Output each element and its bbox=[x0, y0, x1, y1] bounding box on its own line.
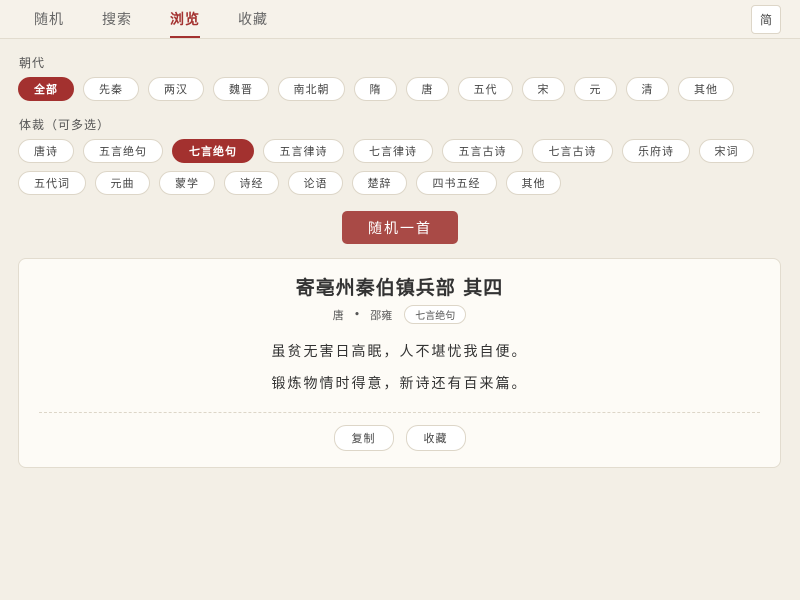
dynasty-chip-wei-jin[interactable]: 魏晋 bbox=[213, 77, 269, 101]
genre-chip-five-char-regulated[interactable]: 五言律诗 bbox=[263, 139, 344, 163]
poem-actions: 复制 收藏 bbox=[19, 425, 780, 451]
tab-browse[interactable]: 浏览 bbox=[170, 0, 200, 38]
dynasty-chip-han[interactable]: 两汉 bbox=[148, 77, 204, 101]
random-poem-button[interactable]: 随机一首 bbox=[342, 211, 458, 244]
genre-chip-other[interactable]: 其他 bbox=[506, 171, 561, 195]
card-divider bbox=[39, 412, 760, 413]
nav-tabs: 随机 搜索 浏览 收藏 bbox=[34, 0, 306, 38]
dynasty-chip-northern-southern[interactable]: 南北朝 bbox=[278, 77, 345, 101]
dynasty-chip-pre-qin[interactable]: 先秦 bbox=[83, 77, 139, 101]
dynasty-section-label: 朝代 bbox=[19, 56, 46, 70]
poem-meta: 唐 • 邵雍 七言绝句 bbox=[19, 305, 780, 324]
dynasty-chip-song[interactable]: 宋 bbox=[522, 77, 565, 101]
poem-dynasty: 唐 bbox=[332, 308, 344, 322]
dynasty-chip-other[interactable]: 其他 bbox=[678, 77, 734, 101]
genre-chip-chuci[interactable]: 楚辞 bbox=[352, 171, 407, 195]
dynasty-chip-sui[interactable]: 隋 bbox=[354, 77, 397, 101]
genre-chip-yuefu[interactable]: 乐府诗 bbox=[622, 139, 690, 163]
genre-chip-song-ci[interactable]: 宋词 bbox=[699, 139, 754, 163]
dynasty-filter-row: 全部 先秦 两汉 魏晋 南北朝 隋 唐 五代 宋 元 清 其他 bbox=[18, 77, 788, 101]
dynasty-chip-tang[interactable]: 唐 bbox=[406, 77, 449, 101]
genre-chip-seven-char-quatrain[interactable]: 七言绝句 bbox=[172, 139, 254, 163]
genre-section-label: 体裁（可多选） bbox=[19, 118, 111, 132]
favorite-button[interactable]: 收藏 bbox=[405, 425, 466, 451]
top-navigation: 随机 搜索 浏览 收藏 简 bbox=[0, 0, 800, 39]
poem-card: 寄亳州秦伯镇兵部 其四 唐 • 邵雍 七言绝句 虽贫无害日高眠，人不堪忧我自便。… bbox=[18, 258, 781, 468]
dynasty-chip-five-dynasties[interactable]: 五代 bbox=[458, 77, 513, 101]
genre-chip-five-char-quatrain[interactable]: 五言绝句 bbox=[83, 139, 163, 163]
genre-chip-five-dynasties-ci[interactable]: 五代词 bbox=[18, 171, 86, 195]
genre-chip-seven-char-regulated[interactable]: 七言律诗 bbox=[353, 139, 433, 163]
tab-search[interactable]: 搜索 bbox=[102, 0, 132, 38]
genre-chip-five-char-ancient[interactable]: 五言古诗 bbox=[442, 139, 523, 163]
tab-random[interactable]: 随机 bbox=[34, 0, 64, 38]
dynasty-chip-yuan[interactable]: 元 bbox=[574, 77, 617, 101]
poem-title: 寄亳州秦伯镇兵部 其四 bbox=[295, 277, 504, 299]
dynasty-chip-all[interactable]: 全部 bbox=[18, 77, 74, 101]
genre-chip-analects[interactable]: 论语 bbox=[288, 171, 343, 195]
genre-chip-tang-poetry[interactable]: 唐诗 bbox=[18, 139, 74, 163]
poem-form-badge: 七言绝句 bbox=[404, 305, 467, 324]
language-toggle-button[interactable]: 简 bbox=[751, 5, 781, 34]
poem-line: 锻炼物情时得意，新诗还有百来篇。 bbox=[271, 376, 528, 392]
copy-button[interactable]: 复制 bbox=[333, 425, 394, 451]
genre-chip-yuan-qu[interactable]: 元曲 bbox=[95, 171, 150, 195]
dynasty-chip-qing[interactable]: 清 bbox=[626, 77, 669, 101]
tab-favorites[interactable]: 收藏 bbox=[238, 0, 268, 38]
meta-separator: • bbox=[353, 308, 361, 321]
genre-chip-shijing[interactable]: 诗经 bbox=[224, 171, 279, 195]
genre-chip-four-books-five-classics[interactable]: 四书五经 bbox=[416, 171, 497, 195]
genre-filter-row: 唐诗 五言绝句 七言绝句 五言律诗 七言律诗 五言古诗 七言古诗 乐府诗 宋词 … bbox=[18, 139, 788, 195]
poem-author[interactable]: 邵雍 bbox=[370, 307, 392, 323]
poem-line: 虽贫无害日高眠，人不堪忧我自便。 bbox=[271, 344, 528, 360]
genre-chip-seven-char-ancient[interactable]: 七言古诗 bbox=[532, 139, 613, 163]
genre-chip-mengxue[interactable]: 蒙学 bbox=[159, 171, 215, 195]
